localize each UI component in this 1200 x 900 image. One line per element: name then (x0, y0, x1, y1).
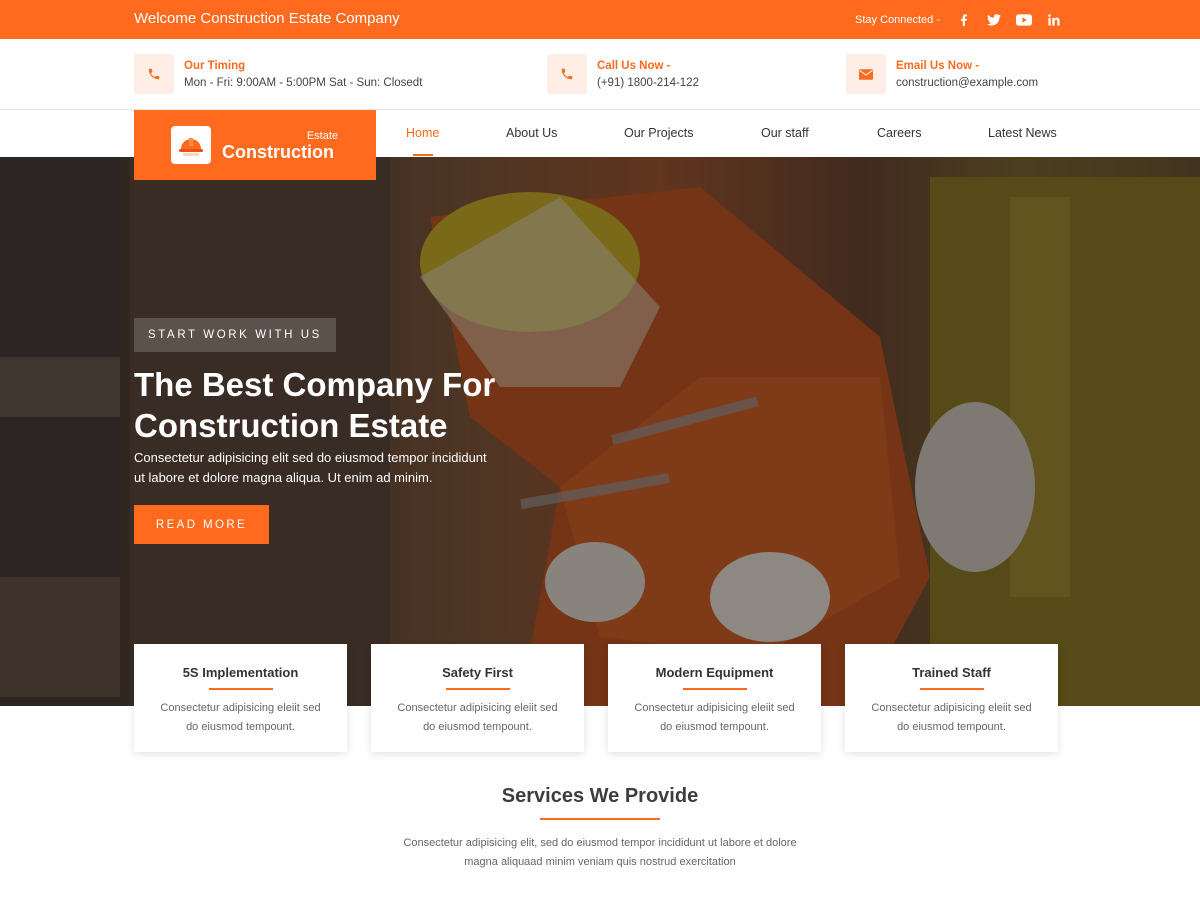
feature-card-text: Consectetur adipisicing eleiit sed do ei… (134, 699, 347, 737)
feature-card[interactable]: Safety First Consectetur adipisicing ele… (371, 644, 584, 752)
feature-card[interactable]: 5S Implementation Consectetur adipisicin… (134, 644, 347, 752)
site-logo[interactable]: Estate Construction (134, 110, 376, 180)
hero-banner: START WORK WITH US The Best Company For … (0, 157, 1200, 706)
call-value[interactable]: (+91) 1800-214-122 (597, 73, 699, 93)
linkedin-icon[interactable] (1046, 12, 1062, 28)
call-title: Call Us Now - (597, 60, 671, 72)
feature-card-title: Trained Staff (912, 665, 991, 680)
nav-item-latest-news[interactable]: Latest News (988, 126, 1057, 140)
nav-item-our-projects[interactable]: Our Projects (624, 126, 693, 140)
welcome-text: Welcome Construction Estate Company (134, 10, 400, 27)
feature-card-text-line: do eiusmod tempount. (897, 721, 1006, 733)
nav-item-home[interactable]: Home (406, 126, 439, 140)
feature-card-divider (445, 688, 510, 690)
nav-item-careers[interactable]: Careers (877, 126, 921, 140)
email-value[interactable]: construction@example.com (896, 73, 1038, 93)
hero-description-line-2: ut labore et dolore magna aliqua. Ut eni… (134, 470, 433, 485)
youtube-icon[interactable] (1016, 12, 1032, 28)
feature-card-title: Safety First (442, 665, 513, 680)
feature-card-text: Consectetur adipisicing eleiit sed do ei… (371, 699, 584, 737)
phone-icon (547, 54, 587, 94)
timing-value: Mon - Fri: 9:00AM - 5:00PM Sat - Sun: Cl… (184, 77, 423, 89)
info-bar: Our Timing Mon - Fri: 9:00AM - 5:00PM Sa… (0, 39, 1200, 110)
feature-card-divider (208, 688, 273, 690)
nav-item-our-staff[interactable]: Our staff (761, 126, 809, 140)
hero-headline: The Best Company For Construction Estate (134, 364, 594, 446)
feature-card-text-line: Consectetur adipisicing eleiit sed (871, 702, 1032, 714)
services-section: Services We Provide Consectetur adipisic… (0, 785, 1200, 872)
logo-small-text: Estate (306, 130, 338, 142)
nav-item-about-us[interactable]: About Us (506, 126, 557, 140)
feature-card-text-line: Consectetur adipisicing eleiit sed (397, 702, 558, 714)
active-nav-underline (413, 154, 433, 156)
hero-badge: START WORK WITH US (134, 318, 336, 352)
feature-card[interactable]: Modern Equipment Consectetur adipisicing… (608, 644, 821, 752)
logo-big-text: Construction (222, 142, 334, 162)
hero-description-line-1: Consectetur adipisicing elit sed do eius… (134, 450, 487, 465)
feature-card-text: Consectetur adipisicing eleiit sed do ei… (845, 699, 1058, 737)
hard-hat-icon (171, 126, 211, 164)
feature-card-title: Modern Equipment (655, 665, 774, 680)
feature-card-text-line: do eiusmod tempount. (660, 721, 769, 733)
feature-card-text: Consectetur adipisicing eleiit sed do ei… (608, 699, 821, 737)
services-description-line-1: Consectetur adipisicing elit, sed do eiu… (403, 837, 797, 849)
envelope-icon (846, 54, 886, 94)
services-title: Services We Provide (501, 785, 699, 807)
twitter-icon[interactable] (986, 12, 1002, 28)
top-bar: Welcome Construction Estate Company Stay… (0, 0, 1200, 39)
services-description-line-2: magna aliquaad minim veniam quis nostrud… (464, 856, 736, 868)
timing-title: Our Timing (184, 60, 246, 72)
feature-card[interactable]: Trained Staff Consectetur adipisicing el… (845, 644, 1058, 752)
services-description: Consectetur adipisicing elit, sed do eiu… (380, 834, 820, 872)
hero-headline-line-2: Construction Estate (134, 407, 448, 444)
hero-headline-line-1: The Best Company For (134, 366, 496, 403)
feature-card-divider (682, 688, 747, 690)
feature-card-text-line: Consectetur adipisicing eleiit sed (160, 702, 321, 714)
main-nav: Home About Us Our Projects Our staff Car… (376, 110, 1076, 157)
services-divider (540, 818, 660, 820)
email-title: Email Us Now - (896, 60, 980, 72)
feature-card-text-line: Consectetur adipisicing eleiit sed (634, 702, 795, 714)
feature-card-text-line: do eiusmod tempount. (423, 721, 532, 733)
call-info: Call Us Now - (+91) 1800-214-122 (547, 54, 699, 94)
read-more-button[interactable]: READ MORE (134, 505, 269, 544)
social-links: Stay Connected - (855, 0, 1062, 39)
feature-card-text-line: do eiusmod tempount. (186, 721, 295, 733)
feature-card-title: 5S Implementation (182, 665, 299, 680)
hero-description: Consectetur adipisicing elit sed do eius… (134, 448, 514, 488)
phone-icon (134, 54, 174, 94)
facebook-icon[interactable] (956, 12, 972, 28)
email-info: Email Us Now - construction@example.com (846, 54, 1038, 94)
feature-cards: 5S Implementation Consectetur adipisicin… (134, 644, 1060, 752)
timing-info: Our Timing Mon - Fri: 9:00AM - 5:00PM Sa… (134, 54, 422, 94)
feature-card-divider (919, 688, 984, 690)
stay-connected-label: Stay Connected - (855, 13, 940, 26)
